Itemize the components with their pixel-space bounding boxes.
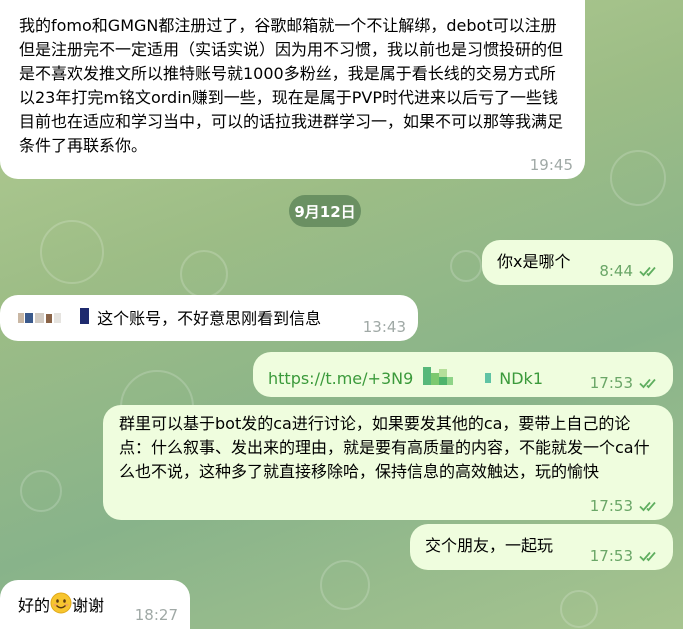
- message-time: 17:53: [589, 497, 633, 515]
- message-time: 8:44: [599, 262, 633, 280]
- message-time: 17:53: [589, 374, 633, 392]
- message-bubble-outgoing[interactable]: 交个朋友，一起玩 17:53: [410, 524, 673, 570]
- message-bubble-incoming[interactable]: 好的 谢谢 18:27: [0, 580, 190, 629]
- message-time: 18:27: [134, 606, 178, 624]
- redacted-link-segment: [413, 365, 499, 394]
- message-meta: 17:53: [590, 498, 661, 514]
- message-time: 19:45: [529, 156, 573, 174]
- double-check-icon: [639, 500, 661, 512]
- background-doodle: [560, 590, 598, 628]
- message-meta: 18:27: [135, 607, 178, 623]
- invite-link-end: NDk1: [499, 369, 543, 388]
- background-doodle: [180, 250, 228, 298]
- background-doodle: [40, 220, 104, 284]
- message-meta: 17:53: [590, 548, 661, 564]
- date-separator: 9月12日: [289, 195, 361, 227]
- message-meta: 8:44: [599, 263, 661, 279]
- message-meta: 19:45: [530, 157, 573, 173]
- message-time: 17:53: [589, 547, 633, 565]
- invite-link[interactable]: https://t.me/+3N9 NDk1: [268, 367, 543, 388]
- message-text: 群里可以基于bot发的ca进行讨论，如果要发其他的ca，要带上自己的论点：什么叙…: [119, 414, 650, 481]
- invite-link-start: https://t.me/+3N9: [268, 369, 414, 388]
- double-check-icon: [639, 265, 661, 277]
- message-time: 13:43: [362, 318, 406, 336]
- redacted-account-image: [16, 306, 92, 333]
- message-text: 我的fomo和GMGN都注册过了，谷歌邮箱就一个不让解绑，debot可以注册但是…: [19, 16, 564, 155]
- double-check-icon: [639, 377, 661, 389]
- message-bubble-incoming[interactable]: 我的fomo和GMGN都注册过了，谷歌邮箱就一个不让解绑，debot可以注册但是…: [0, 0, 585, 179]
- background-doodle: [320, 560, 370, 610]
- message-text-before: 好的: [18, 596, 51, 615]
- background-doodle: [450, 250, 482, 282]
- message-bubble-outgoing[interactable]: https://t.me/+3N9 NDk1 17:53: [253, 352, 673, 397]
- double-check-icon: [639, 550, 661, 562]
- message-meta: 17:53: [590, 375, 661, 391]
- message-bubble-incoming[interactable]: 这个账号，不好意思刚看到信息 13:43: [0, 295, 418, 341]
- message-bubble-outgoing[interactable]: 群里可以基于bot发的ca进行讨论，如果要发其他的ca，要带上自己的论点：什么叙…: [103, 405, 673, 520]
- message-meta: 13:43: [363, 319, 406, 335]
- message-text-after: 谢谢: [72, 596, 105, 615]
- background-doodle: [20, 470, 62, 512]
- message-text: 这个账号，不好意思刚看到信息: [97, 309, 322, 328]
- background-doodle: [610, 150, 666, 206]
- message-bubble-outgoing[interactable]: 你x是哪个 8:44: [482, 240, 673, 285]
- smiling-face-icon: [50, 592, 72, 621]
